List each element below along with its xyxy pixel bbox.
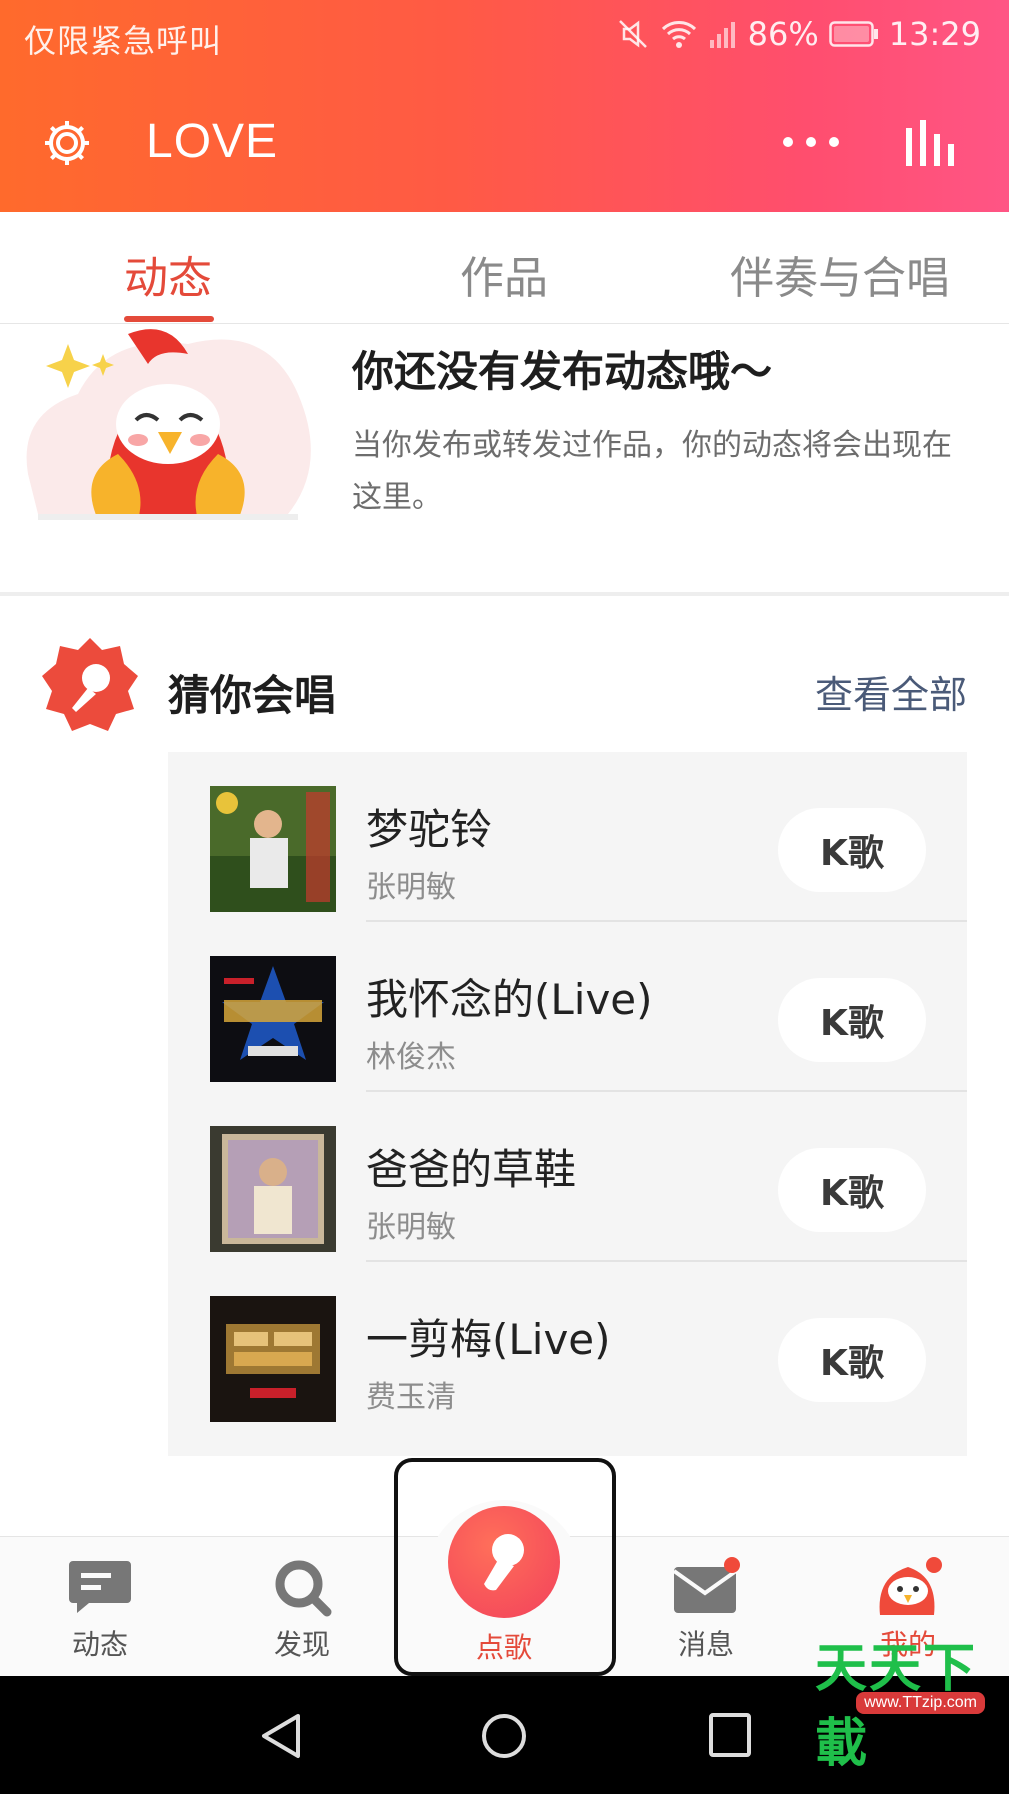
nav-label: 动态	[71, 1628, 128, 1661]
mail-icon	[672, 1557, 740, 1613]
battery-percent: 86%	[747, 15, 819, 53]
karaoke-button[interactable]: K歌	[778, 808, 926, 892]
gear-icon[interactable]	[40, 116, 94, 170]
recommend-header: 猜你会唱 查看全部	[0, 636, 1009, 746]
search-icon	[275, 1560, 332, 1617]
tab-works[interactable]: 作品	[460, 242, 548, 306]
tab-indicator	[124, 316, 214, 322]
section-divider	[0, 592, 1009, 596]
status-bar: 仅限紧急呼叫 86% 13:29	[0, 0, 1009, 70]
nav-discover[interactable]: 发现	[242, 1557, 362, 1667]
nav-dynamic[interactable]: 动态	[40, 1557, 160, 1667]
recent-apps-icon[interactable]	[708, 1712, 752, 1758]
highlight-outline	[394, 1458, 616, 1676]
song-title: 一剪梅(Live)	[366, 1315, 611, 1364]
watermark-brand: 天天下載	[815, 1639, 978, 1774]
karaoke-button[interactable]: K歌	[778, 1318, 926, 1402]
system-nav-bar: www.TTzip.com 天天下載	[0, 1639, 1009, 1794]
wifi-icon	[660, 19, 698, 49]
album-cover	[210, 1126, 336, 1252]
signal-icon	[708, 18, 738, 50]
watermark-logo: www.TTzip.com 天天下載	[815, 1639, 995, 1782]
empty-description: 当你发布或转发过作品，你的动态将会出现在这里。	[352, 428, 952, 515]
song-artist: 张明敏	[366, 870, 456, 905]
clock: 13:29	[888, 15, 981, 53]
chat-icon	[69, 1561, 131, 1613]
song-title: 我怀念的(Live)	[366, 975, 653, 1024]
album-cover	[210, 956, 336, 1082]
header: 仅限紧急呼叫 86% 13:29 LOVE	[0, 0, 1009, 212]
list-item[interactable]: 梦驼铃 张明敏 K歌	[168, 752, 967, 922]
view-all-link[interactable]: 查看全部	[815, 664, 967, 719]
nav-label: 消息	[677, 1628, 734, 1661]
mascot-icon	[879, 1557, 942, 1615]
top-bar: LOVE	[0, 98, 1009, 194]
song-title: 爸爸的草鞋	[366, 1145, 577, 1194]
tab-dynamic[interactable]: 动态	[124, 242, 212, 306]
karaoke-button[interactable]: K歌	[778, 1148, 926, 1232]
equalizer-icon[interactable]	[902, 120, 962, 166]
empty-title: 你还没有发布动态哦～	[352, 347, 773, 396]
song-artist: 费玉清	[366, 1380, 456, 1415]
nav-label: 发现	[273, 1628, 330, 1661]
song-artist: 张明敏	[366, 1210, 456, 1245]
tab-accompaniment[interactable]: 伴奏与合唱	[730, 242, 950, 306]
song-artist: 林俊杰	[366, 1040, 456, 1075]
home-icon[interactable]	[480, 1712, 528, 1760]
album-cover	[210, 786, 336, 912]
nav-messages[interactable]: 消息	[646, 1557, 766, 1667]
list-item[interactable]: 一剪梅(Live) 费玉清 K歌	[168, 1262, 967, 1432]
more-icon[interactable]	[780, 130, 842, 154]
empty-state: 你还没有发布动态哦～ 当你发布或转发过作品，你的动态将会出现在这里。	[0, 324, 1009, 592]
status-icons: 86% 13:29	[616, 14, 981, 54]
carrier-text: 仅限紧急呼叫	[24, 22, 223, 60]
song-list: 梦驼铃 张明敏 K歌 我怀念的(Live) 林俊杰 K歌 爸爸的草鞋 张明敏 K…	[168, 752, 967, 1456]
song-title: 梦驼铃	[366, 805, 493, 854]
list-item[interactable]: 我怀念的(Live) 林俊杰 K歌	[168, 922, 967, 1092]
profile-name: LOVE	[146, 115, 279, 168]
album-cover	[210, 1296, 336, 1422]
mute-icon	[616, 17, 650, 51]
back-icon[interactable]	[258, 1712, 304, 1760]
battery-icon	[829, 21, 879, 47]
tab-bar: 动态 作品 伴奏与合唱	[0, 212, 1009, 324]
karaoke-button[interactable]: K歌	[778, 978, 926, 1062]
mascot-illustration	[26, 329, 311, 520]
badge-microphone-icon	[42, 638, 138, 731]
list-item[interactable]: 爸爸的草鞋 张明敏 K歌	[168, 1092, 967, 1262]
recommend-title: 猜你会唱	[168, 671, 337, 720]
